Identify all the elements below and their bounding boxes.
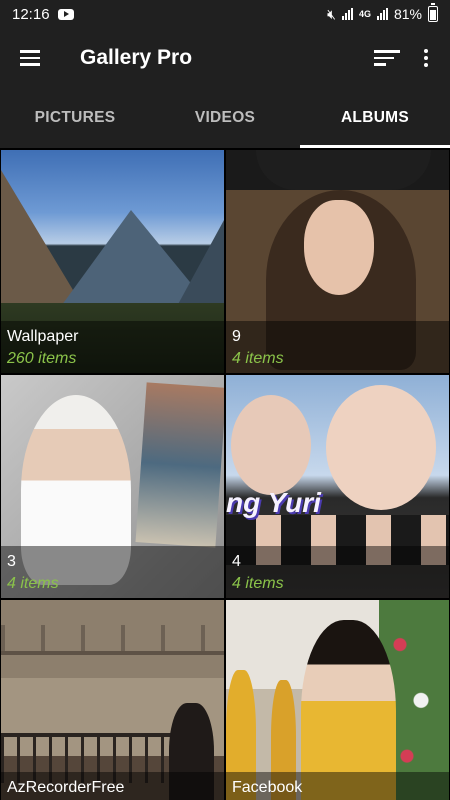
thumbnail-banner-text: ng Yuri: [226, 487, 321, 518]
album-item-count: 4 items: [232, 575, 284, 592]
album-tile-9[interactable]: 9 4 items: [226, 150, 449, 373]
album-item-count: 4 items: [7, 575, 59, 592]
album-name: 3: [7, 553, 16, 570]
album-tile-facebook[interactable]: Facebook: [226, 600, 449, 800]
album-caption: Facebook: [226, 772, 449, 800]
album-tile-azrecorderfree[interactable]: AzRecorderFree: [1, 600, 224, 800]
album-tile-wallpaper[interactable]: Wallpaper 260 items: [1, 150, 224, 373]
tab-pictures[interactable]: PICTURES: [0, 88, 150, 148]
network-type-label: 4G: [358, 9, 371, 19]
album-item-count: 260 items: [7, 350, 77, 367]
album-name: AzRecorderFree: [7, 779, 125, 796]
album-item-count: 4 items: [232, 350, 284, 367]
album-tile-3[interactable]: 3 4 items: [1, 375, 224, 598]
album-caption: 4 4 items: [226, 546, 449, 598]
album-tile-4[interactable]: ng Yuri 4 4 items: [226, 375, 449, 598]
status-time: 12:16: [12, 5, 50, 23]
album-name: Wallpaper: [7, 328, 79, 345]
album-caption: Wallpaper 260 items: [1, 321, 224, 373]
album-caption: 9 4 items: [226, 321, 449, 373]
album-name: 4: [232, 553, 241, 570]
status-bar: 12:16 🔇︎ 4G 81%: [0, 0, 450, 28]
youtube-notification-icon: [57, 8, 74, 20]
album-name: 9: [232, 328, 241, 345]
album-name: Facebook: [232, 779, 303, 796]
signal-icon: [341, 8, 353, 20]
battery-percent: 81%: [393, 6, 422, 22]
app-title: Gallery Pro: [80, 46, 193, 69]
signal-icon-2: [376, 8, 388, 20]
album-thumbnail: [226, 600, 449, 800]
battery-icon: [428, 3, 438, 22]
album-grid: Wallpaper 260 items 9 4 items 3 4 items …: [0, 148, 450, 800]
album-thumbnail: [1, 600, 224, 800]
album-caption: 3 4 items: [1, 546, 224, 598]
more-options-icon[interactable]: [406, 38, 446, 78]
album-caption: AzRecorderFree: [1, 772, 224, 800]
tab-bar: PICTURES VIDEOS ALBUMS: [0, 88, 450, 148]
sort-icon[interactable]: [366, 38, 406, 78]
hamburger-menu-icon[interactable]: [0, 28, 60, 88]
tab-videos[interactable]: VIDEOS: [150, 88, 300, 148]
tab-albums[interactable]: ALBUMS: [300, 88, 450, 148]
mute-icon: 🔇︎: [327, 5, 336, 22]
app-bar: Gallery Pro: [0, 28, 450, 88]
